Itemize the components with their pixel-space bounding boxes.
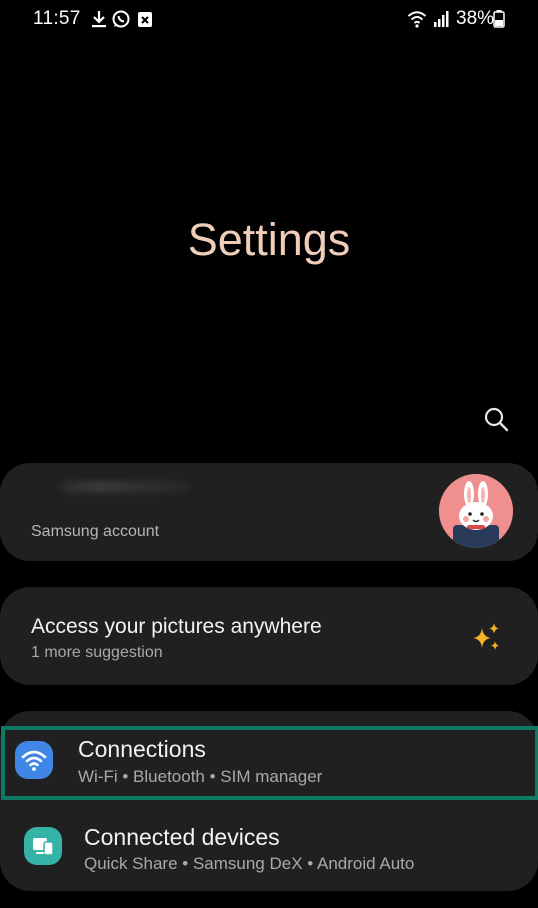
suggestion-card[interactable]: Access your pictures anywhere 1 more sug… — [0, 587, 538, 685]
settings-item-subtitle: Quick Share • Samsung DeX • Android Auto — [84, 854, 415, 873]
account-name-redacted — [60, 481, 190, 493]
notification-x-icon — [138, 12, 152, 27]
account-label: Samsung account — [31, 523, 160, 540]
whatsapp-icon — [112, 10, 130, 28]
bunny-avatar[interactable] — [439, 474, 513, 548]
suggestion-subtitle: 1 more suggestion — [31, 644, 163, 661]
settings-item-title: Connected devices — [84, 824, 280, 850]
connected-devices-icon — [24, 827, 62, 865]
wifi-icon — [407, 11, 427, 28]
settings-item-connections[interactable]: Connections Wi-Fi • Bluetooth • SIM mana… — [0, 711, 538, 797]
wifi-settings-icon — [15, 741, 53, 779]
sparkle-icon — [473, 623, 499, 650]
page-title: Settings — [187, 214, 351, 265]
settings-item-subtitle: Wi-Fi • Bluetooth • SIM manager — [78, 767, 323, 786]
signal-icon — [434, 11, 449, 27]
download-icon — [92, 11, 106, 28]
battery-percentage: 38% — [456, 8, 495, 29]
bunny-avatar-icon — [439, 474, 513, 548]
battery-icon — [493, 10, 505, 28]
settings-item-title: Connections — [78, 736, 206, 762]
search-icon[interactable] — [482, 405, 510, 433]
status-time: 11:57 — [33, 8, 81, 29]
settings-item-connected-devices[interactable]: Connected devices Quick Share • Samsung … — [0, 800, 538, 886]
status-bar: 11:57 38% — [0, 0, 538, 38]
settings-list-card: Connections Wi-Fi • Bluetooth • SIM mana… — [0, 711, 538, 891]
suggestion-title: Access your pictures anywhere — [31, 615, 322, 638]
